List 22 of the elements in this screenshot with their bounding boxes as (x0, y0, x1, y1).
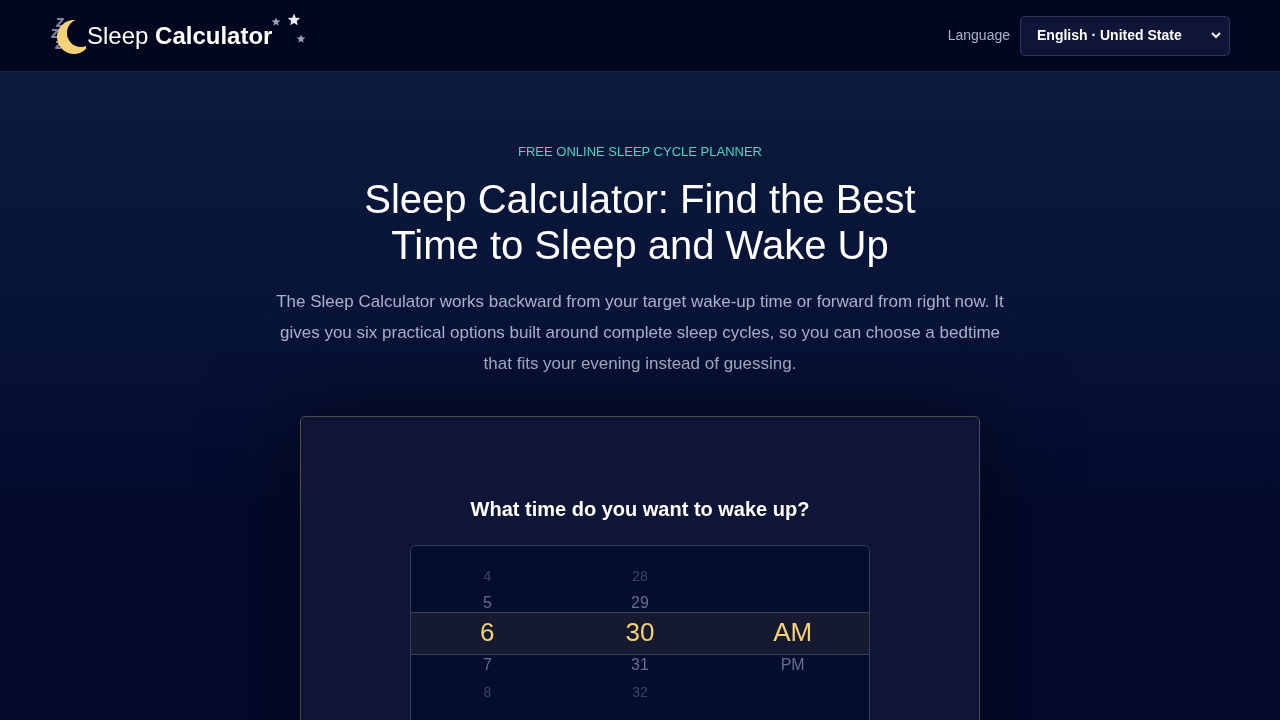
sleeping-moon-icon (50, 16, 86, 55)
time-option[interactable]: AM (773, 616, 813, 651)
time-option[interactable]: 31 (631, 651, 649, 678)
time-option[interactable]: 29 (631, 589, 649, 616)
time-option[interactable]: 28 (632, 562, 648, 589)
time-option[interactable]: 7 (482, 651, 492, 678)
time-option[interactable]: 4 (483, 562, 492, 589)
logo-text[interactable]: Sleep Calculator (87, 20, 273, 51)
time-picker[interactable]: 4 5 6 7 8 28 29 30 31 32 AM PM (410, 545, 870, 720)
time-option[interactable]: 30 (625, 616, 655, 651)
time-option[interactable]: PM (780, 651, 805, 678)
page-title: Sleep Calculator: Find the Best Time to Sleep and Wake Up (363, 176, 917, 268)
language-label: Language (947, 26, 1010, 45)
eyebrow-text: FREE ONLINE SLEEP CYCLE PLANNER (518, 144, 762, 160)
time-option[interactable]: 6 (480, 616, 495, 651)
time-option[interactable]: 5 (482, 589, 492, 616)
question-heading: What time do you want to wake up? (470, 497, 810, 522)
time-option[interactable]: 32 (632, 678, 648, 705)
chevron-down-icon (1211, 32, 1221, 39)
time-option[interactable]: 8 (483, 678, 492, 705)
intro-paragraph: The Sleep Calculator works backward from your target wake-up time or forward from right now. It gives you six practical options built around complete sleep cycles, so you can choose a bedtime that fits your evening instead of guessing. (275, 291, 1005, 375)
language-select[interactable]: English · United State (1020, 15, 1230, 56)
